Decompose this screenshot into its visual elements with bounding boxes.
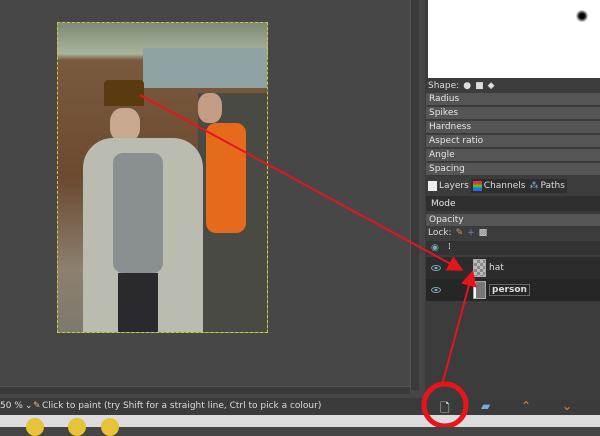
annotation-overlay: [139, 94, 477, 427]
annotation-arrow: [441, 270, 477, 386]
annotation-circle: [421, 381, 469, 427]
annotation-arrow: [139, 94, 464, 271]
